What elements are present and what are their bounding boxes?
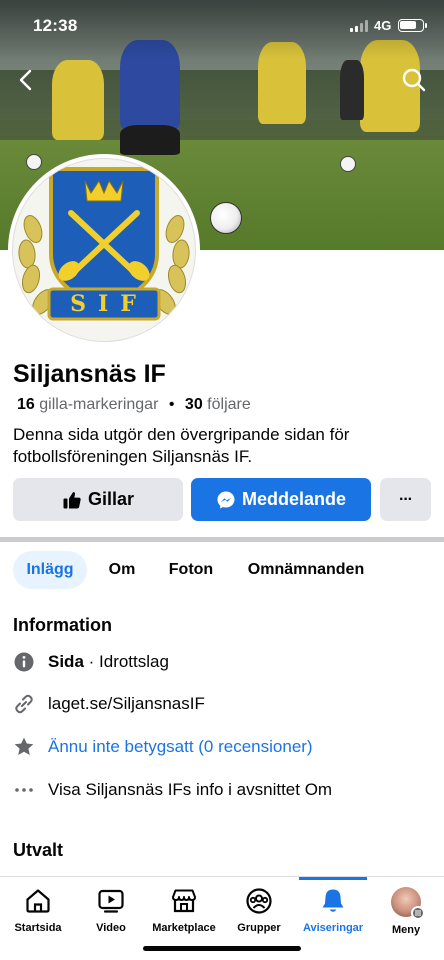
star-icon [13,736,35,758]
thumbs-up-icon [62,490,82,510]
category-prefix: Sida [48,652,84,671]
status-time: 12:38 [33,16,78,35]
back-button[interactable] [8,62,44,98]
ellipsis-icon [13,779,35,801]
tab-label: Om [108,561,136,578]
marketplace-icon [172,889,196,913]
section-divider [0,537,444,542]
like-button-label: Gillar [87,489,135,509]
message-button-label: Meddelande [241,489,347,509]
stats-separator: • [168,396,175,413]
messenger-icon [216,490,236,510]
cover-player [120,125,180,155]
cover-player [52,60,104,140]
network-type: 4G [374,18,392,33]
link-icon [13,693,35,715]
video-icon [98,889,124,913]
tab-about[interactable]: Om [96,551,148,589]
rating-link[interactable]: Ännu inte betygsatt (0 recensioner) [48,737,313,757]
tab-label: Inlägg [26,561,74,578]
featured-heading: Utvalt [13,840,64,860]
followers-label[interactable]: följare [207,396,251,413]
nav-home[interactable]: Startsida [0,887,76,934]
information-heading: Information [13,615,112,635]
nav-label: Grupper [237,922,281,934]
tab-posts[interactable]: Inlägg [13,551,87,589]
nav-label: Video [96,922,126,934]
nav-notifications[interactable]: Aviseringar [295,887,371,934]
page-description: Denna sida utgör den övergripande sidan … [13,425,350,466]
avatar [391,887,425,920]
home-icon [26,889,50,913]
category-row: Sida · Idrottslag [13,650,169,674]
rating-row[interactable]: Ännu inte betygsatt (0 recensioner) [13,735,313,759]
nav-label: Startsida [14,922,62,934]
nav-marketplace[interactable]: Marketplace [146,887,222,934]
message-button[interactable]: Meddelande [191,478,371,521]
battery-icon [398,19,427,32]
logo-banner-text: SIF [70,291,148,317]
menu-badge-icon [411,906,425,920]
home-indicator [143,946,301,951]
active-tab-indicator [299,877,367,880]
tab-label: Foton [168,561,214,578]
nav-label: Aviseringar [302,922,364,934]
page-title: Siljansnäs IF [13,360,166,388]
page-stats: 16 gilla-markeringar • 30 följare [17,396,251,414]
likes-label[interactable]: gilla-markeringar [39,396,158,413]
football [210,202,242,234]
website-link[interactable]: laget.se/SiljansnasIF [48,694,205,714]
like-button[interactable]: Gillar [13,478,183,521]
tab-label: Omnämnanden [247,561,365,578]
nav-menu[interactable]: Meny [368,887,444,936]
about-link[interactable]: Visa Siljansnäs IFs info i avsnittet Om [48,780,332,800]
followers-count[interactable]: 30 [185,396,203,413]
cover-player [340,60,364,120]
about-row[interactable]: Visa Siljansnäs IFs info i avsnittet Om [13,778,332,802]
info-icon [13,651,35,673]
more-options-button[interactable]: ··· [380,478,431,521]
nav-groups[interactable]: Grupper [221,887,297,934]
likes-count[interactable]: 16 [17,396,35,413]
search-icon [402,68,426,92]
category-value: · Idrottslag [83,652,169,671]
nav-label: Meny [391,924,421,936]
football [26,154,42,170]
tab-photos[interactable]: Foton [158,551,224,589]
nav-label: Marketplace [152,922,216,934]
website-row[interactable]: laget.se/SiljansnasIF [13,692,205,716]
club-logo: SIF [12,158,196,342]
groups-icon [246,888,272,914]
status-bar: 12:38 4G [0,0,444,50]
football [340,156,356,172]
more-icon: ··· [399,490,413,508]
nav-video[interactable]: Video [73,887,149,934]
search-button[interactable] [396,62,432,98]
signal-icon [350,20,370,32]
tab-mentions[interactable]: Omnämnanden [236,551,376,589]
profile-picture[interactable]: SIF [8,154,200,346]
chevron-left-icon [19,69,32,91]
bell-icon [322,889,344,912]
